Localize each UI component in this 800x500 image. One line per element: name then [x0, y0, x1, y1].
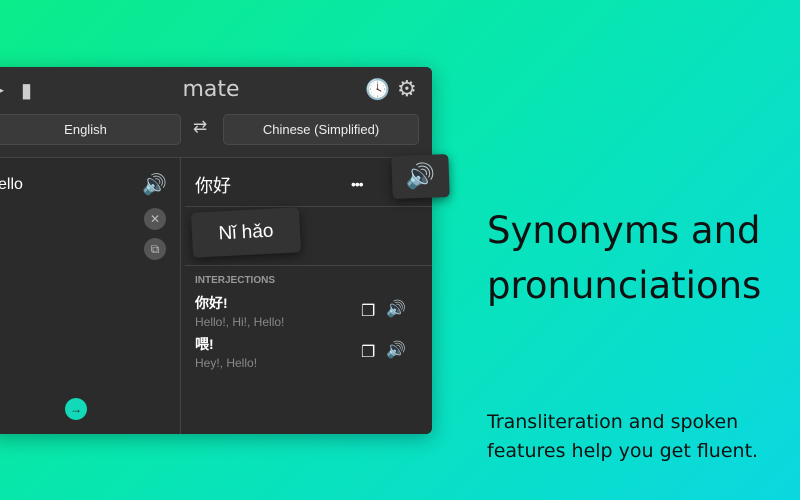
transliteration-popup: Nǐ hǎo — [190, 207, 302, 258]
section-label: INTERJECTIONS — [195, 275, 276, 286]
headline: Synonyms and pronunciations — [487, 203, 761, 313]
copy-icon[interactable]: ❐ — [361, 301, 375, 321]
input-text[interactable]: ello — [0, 176, 23, 194]
speaker-popup-icon[interactable]: 🔊 — [391, 154, 450, 199]
language-bar: English ⇄ Chinese (Simplified) — [0, 112, 432, 158]
translate-button[interactable]: → — [65, 398, 87, 420]
subtext: Transliteration and spoken features help … — [487, 408, 758, 466]
speaker-icon[interactable]: 🔊 — [386, 299, 406, 319]
speaker-icon[interactable]: 🔊 — [142, 172, 167, 197]
speaker-icon[interactable]: 🔊 — [386, 340, 406, 360]
entry-meanings: Hello!, Hi!, Hello! — [195, 315, 285, 329]
history-icon[interactable]: 🕓 — [365, 77, 390, 102]
copy-icon[interactable]: ❐ — [361, 342, 375, 362]
result-pane: 你好 ••• INTERJECTIONS 你好! Hello!, Hi!, He… — [181, 158, 432, 434]
list-item: 你好! Hello!, Hi!, Hello! — [195, 293, 284, 329]
title-bar: ▸ ▮ mate 🕓 ⚙ — [0, 67, 432, 112]
list-item: 喂! Hey!, Hello! — [195, 334, 257, 370]
entry-word: 喂! — [195, 336, 214, 352]
input-pane: ello 🔊 ✕ ⧉ → — [0, 158, 181, 434]
target-language-button[interactable]: Chinese (Simplified) — [223, 114, 419, 145]
more-icon[interactable]: ••• — [351, 176, 364, 192]
swap-languages-icon[interactable]: ⇄ — [193, 117, 207, 137]
paste-button[interactable]: ⧉ — [144, 238, 166, 260]
headline-line-2: pronunciations — [487, 264, 762, 307]
result-text: 你好 — [195, 176, 231, 196]
entry-meanings: Hey!, Hello! — [195, 356, 258, 370]
source-language-button[interactable]: English — [0, 114, 181, 145]
entry-word: 你好! — [195, 295, 228, 311]
settings-icon[interactable]: ⚙ — [397, 76, 417, 102]
headline-line-1: Synonyms and — [487, 209, 761, 252]
clear-button[interactable]: ✕ — [144, 208, 166, 230]
subtext-line-1: Transliteration and spoken — [487, 411, 739, 433]
subtext-line-2: features help you get fluent. — [487, 440, 759, 462]
